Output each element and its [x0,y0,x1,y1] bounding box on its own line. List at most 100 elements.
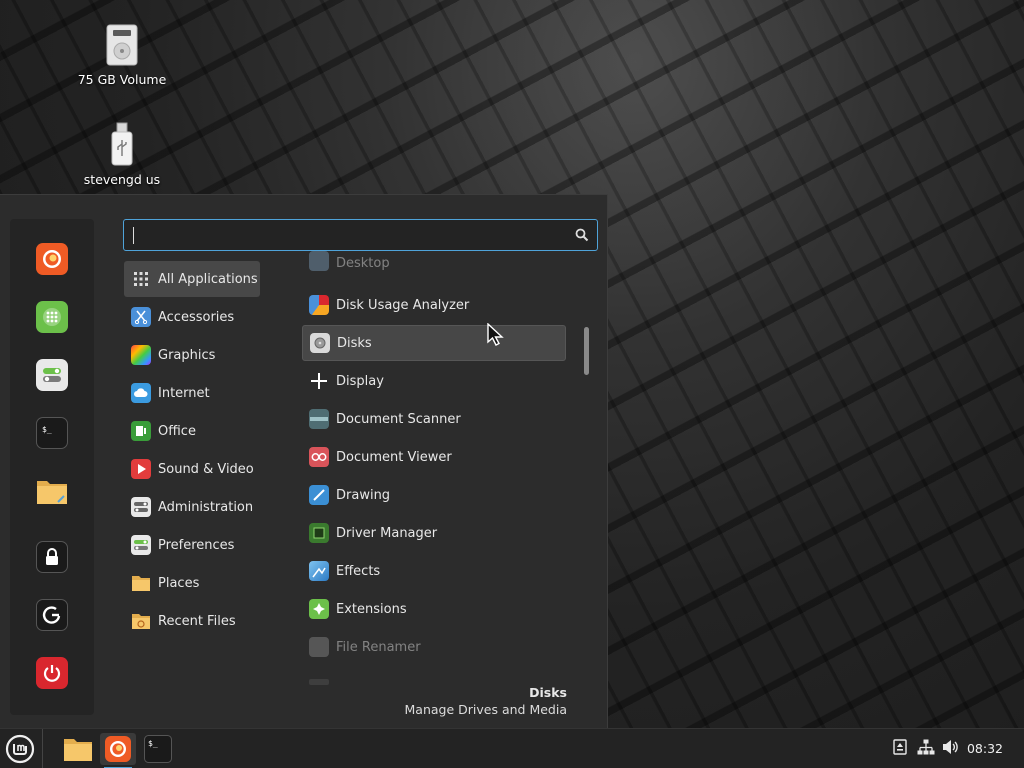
lock-icon [46,548,58,565]
category-label: Preferences [158,537,235,553]
update-manager-icon[interactable] [893,739,907,755]
category-preferences[interactable]: Preferences [124,527,260,563]
partial-app-icon [309,679,329,685]
app-description: Disks Manage Drives and Media [405,685,567,717]
category-label: Accessories [158,309,235,325]
app-list-scrollbar[interactable] [584,327,589,375]
desktop-icon-usb[interactable]: stevengd us [62,122,182,187]
usb-drive-icon [111,122,133,166]
scanner-icon [309,409,329,429]
app-document-scanner[interactable]: Document Scanner [302,401,566,437]
app-label: Drawing [336,487,391,503]
application-menu: $_ All Applications Accessories Graphics… [0,194,608,728]
app-driver-manager[interactable]: Driver Manager [302,515,566,551]
desktop-icon-volume[interactable]: 75 GB Volume [62,24,182,87]
firefox-icon [105,736,131,762]
app-extensions[interactable]: Extensions [302,591,566,627]
category-accessories[interactable]: Accessories [124,299,260,335]
desktop-icon-label: stevengd us [83,172,161,187]
app-disks[interactable]: Disks [302,325,566,361]
category-label: Graphics [158,347,216,363]
app-label: Display [336,373,384,389]
favorite-lock-screen[interactable] [36,541,68,573]
files-icon [64,739,92,761]
text-caret [133,227,134,244]
category-label: Places [158,575,200,591]
svg-text:$_: $_ [42,425,52,434]
favorite-system-settings[interactable] [36,359,68,391]
category-internet[interactable]: Internet [124,375,260,411]
terminal-icon: $_ [42,425,52,434]
panel-launcher-firefox[interactable] [100,733,136,768]
category-label: All Applications [158,271,258,287]
document-viewer-icon [309,447,329,467]
grid-icon [131,269,151,289]
category-sound-video[interactable]: Sound & Video [124,451,260,487]
file-renamer-icon [309,637,329,657]
app-label: Desktop [336,256,390,271]
app-label: Effects [336,563,381,579]
folder-icon [37,481,67,504]
app-document-viewer[interactable]: Document Viewer [302,439,566,475]
search-icon [575,228,589,242]
category-all-applications[interactable]: All Applications [124,261,260,297]
panel-launcher-files[interactable] [60,733,96,765]
effects-icon [309,561,329,581]
favorite-logout[interactable] [36,599,68,631]
mouse-cursor-icon [487,323,504,346]
menu-icon [5,734,35,764]
app-drawing[interactable]: Drawing [302,477,566,513]
app-desktop[interactable]: Desktop [302,249,566,277]
network-icon[interactable] [917,739,935,755]
app-disk-usage-analyzer[interactable]: Disk Usage Analyzer [302,287,566,323]
category-places[interactable]: Places [124,565,260,601]
disks-icon [310,333,330,353]
volume-icon[interactable] [942,739,960,755]
software-manager-icon [43,308,61,326]
category-label: Recent Files [158,613,236,629]
panel-separator [42,729,43,768]
logout-icon [42,606,61,624]
power-icon [43,665,61,682]
category-recent-files[interactable]: Recent Files [124,603,260,639]
app-label: Disk Usage Analyzer [336,297,470,313]
firefox-icon [43,250,61,268]
category-label: Office [158,423,196,439]
terminal-icon: $_ [144,735,172,763]
favorite-terminal[interactable]: $_ [36,417,68,449]
category-label: Administration [158,499,254,515]
app-label: Driver Manager [336,525,438,541]
admin-toggle-icon [131,497,151,517]
app-label: Extensions [336,601,407,617]
category-office[interactable]: Office [124,413,260,449]
app-label: Document Viewer [336,449,452,465]
favorite-firefox[interactable] [36,243,68,275]
taskbar-panel: $_ 08:32 [0,728,1024,768]
app-display[interactable]: Display [302,363,566,399]
panel-launcher-terminal[interactable]: $_ [140,733,176,765]
favorite-shutdown[interactable] [36,657,68,689]
preferences-toggle-icon [131,535,151,555]
favorite-software-manager[interactable] [36,301,68,333]
app-effects[interactable]: Effects [302,553,566,589]
category-label: Sound & Video [158,461,254,477]
folder-icon [131,573,151,593]
graphics-icon [131,345,151,365]
cloud-icon [131,383,151,403]
display-icon [309,371,329,391]
settings-toggle-icon [43,368,61,382]
panel-clock[interactable]: 08:32 [967,741,1003,756]
app-file-renamer[interactable]: File Renamer [302,629,566,665]
desktop-icon-label: 75 GB Volume [77,72,167,87]
svg-text:$_: $_ [148,739,158,748]
search-input[interactable] [123,219,598,251]
desktop-app-icon [309,251,329,271]
app-label: Disks [337,335,372,351]
favorite-files[interactable] [36,475,68,507]
category-administration[interactable]: Administration [124,489,260,525]
office-icon [131,421,151,441]
category-graphics[interactable]: Graphics [124,337,260,373]
drive-icon [106,24,138,66]
menu-button[interactable] [2,733,38,765]
app-description-title: Disks [529,685,567,700]
